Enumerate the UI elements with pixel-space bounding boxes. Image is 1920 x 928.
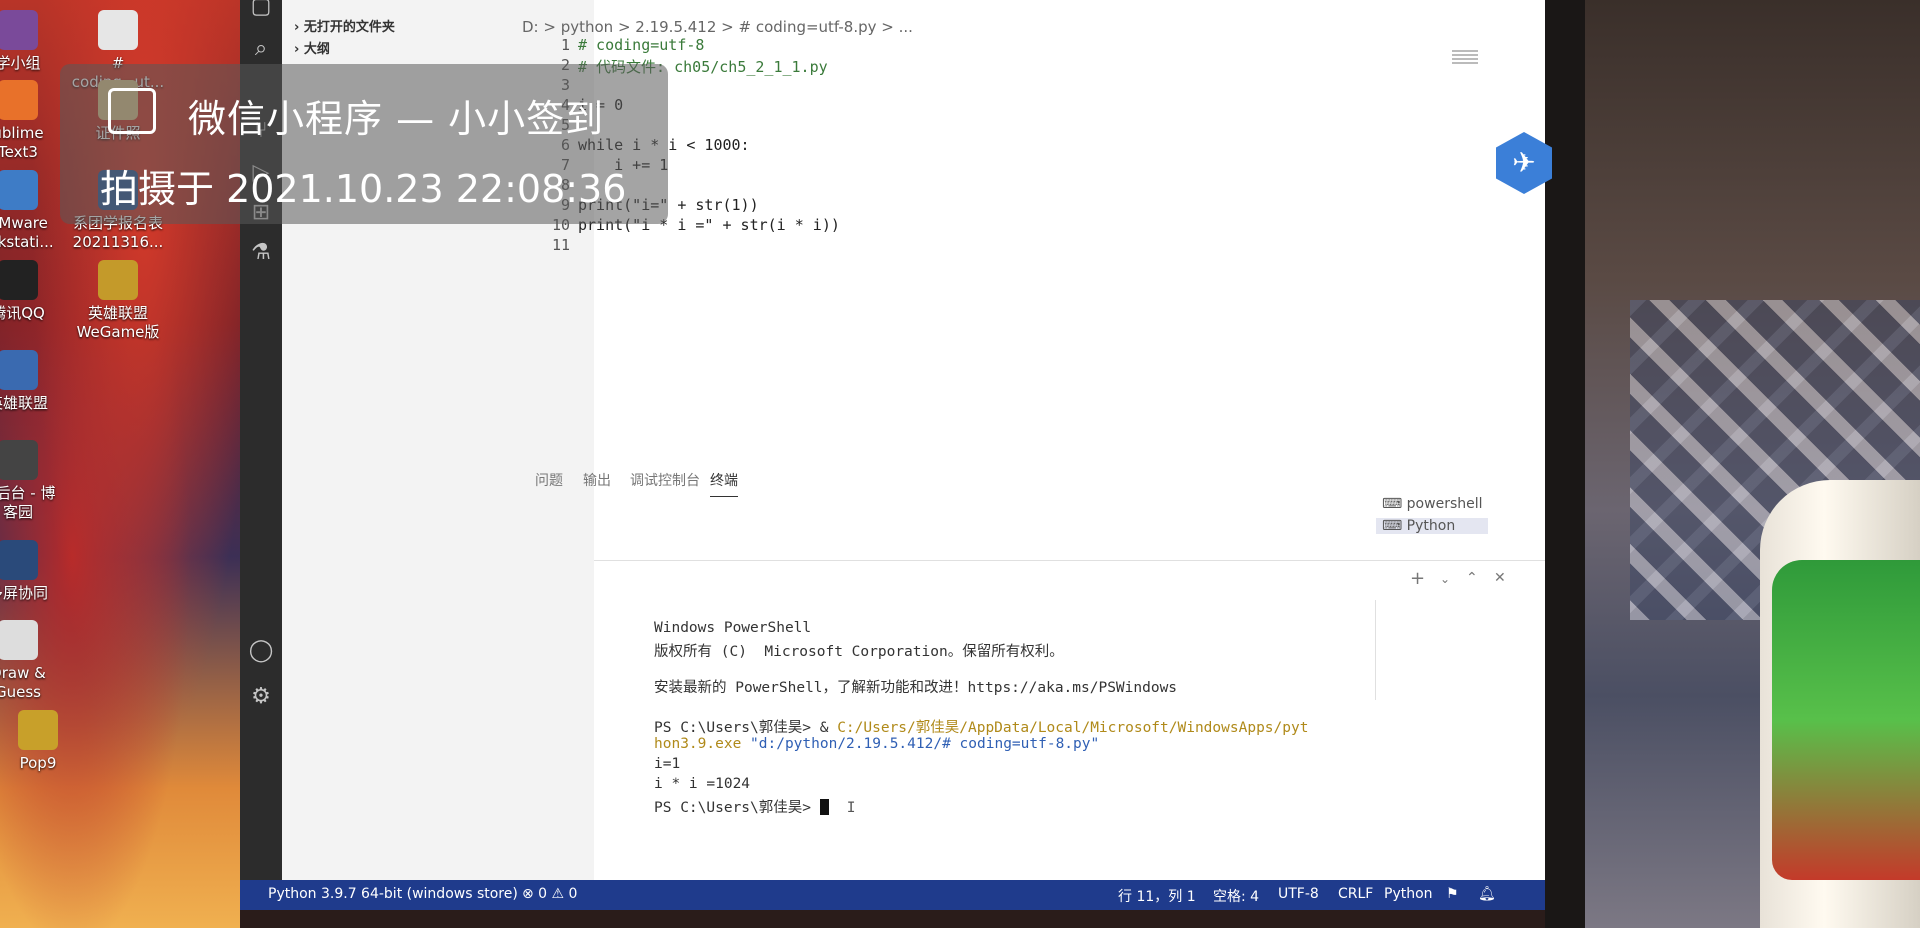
terminal-icon: ⌨ [1382,518,1407,534]
app-icon [0,170,38,210]
terminal-name: powershell [1406,496,1483,512]
open-folders-section[interactable]: › 无打开的文件夹 [294,16,395,35]
terminal-line: Windows PowerShell [654,620,812,636]
terminal-command-line: PS C:\Users\郭佳昊> & C:/Users/郭佳昊/AppData/… [654,716,1308,737]
chevron-right-icon: › [294,42,300,57]
desktop-icon[interactable]: 英雄联盟 WeGame版 [70,260,166,342]
desktop-icon[interactable]: Pop9 [0,710,86,773]
desktop-icon-label: 腾讯QQ [0,304,45,322]
script-arg: "d:/python/2.19.5.412/# coding=utf-8.py" [750,736,1100,752]
app-icon [98,10,138,50]
desktop-icon[interactable]: 腾讯QQ [0,260,66,323]
status-bar: Python 3.9.7 64-bit (windows store) ⊗ 0 … [240,880,1545,910]
app-icon [0,10,38,50]
terminal-line: 安装最新的 PowerShell，了解新功能和改进！https://aka.ms… [654,680,1178,696]
app-icon [0,350,38,390]
app-icon [0,540,38,580]
indent-spaces[interactable]: 空格: 4 [1213,886,1259,906]
feedback-icon[interactable]: ⚑ [1446,886,1459,902]
app-icon [0,260,38,300]
desktop-icon-label: 英雄联盟 [0,394,48,412]
desktop-icon[interactable]: 客后台 - 博 客园 [0,440,66,522]
bottle-label [1772,560,1920,880]
desktop-icon-label: ublime Text3 [0,124,44,161]
outline-label: 大纲 [303,42,330,57]
account-icon[interactable]: ◯ [248,638,274,664]
line-number: 1 [560,36,570,54]
desktop-icon-label: Draw & Guess [0,664,46,701]
outline-section[interactable]: › 大纲 [294,38,330,57]
line-ending[interactable]: CRLF [1338,886,1373,902]
python-path-cont: hon3.9.exe [654,736,751,752]
prompt: PS C:\Users\郭佳昊> & [654,720,838,736]
terminal-prompt: PS C:\Users\郭佳昊> I [654,796,855,817]
line-number: 11 [551,236,570,254]
testing-icon[interactable]: ⚗ [248,240,274,266]
panel-tab[interactable]: 终端 [710,470,738,497]
cursor-position[interactable]: 行 11，列 1 [1118,886,1196,906]
panel-tab[interactable]: 调试控制台 [630,470,700,490]
python-interpreter[interactable]: Python 3.9.7 64-bit (windows store) [268,886,518,902]
app-icon [0,440,38,480]
close-panel-icon[interactable]: ✕ [1494,570,1506,586]
desktop-icon[interactable]: ublime Text3 [0,80,66,162]
explorer-icon[interactable]: ▢ [248,0,274,20]
desktop-icon[interactable]: 英雄联盟 [0,350,66,413]
terminal-icon: ⌨ [1382,496,1407,512]
desktop-icon-label: Pop9 [19,754,57,772]
desktop-icon[interactable]: 学小组 [0,10,66,73]
desktop-icon[interactable]: VMware orkstati... [0,170,66,252]
chevron-down-icon[interactable]: ⌄ [1440,572,1450,586]
minimap[interactable] [1452,50,1478,64]
app-icon [0,620,38,660]
terminal-list-item[interactable]: ⌨ Python [1376,518,1488,534]
terminal-command-line-cont: hon3.9.exe "d:/python/2.19.5.412/# codin… [654,736,1099,752]
desktop-icon-label: 多屏协同 [0,584,48,602]
terminal-output-line: i=1 [654,756,681,772]
app-icon [0,80,38,120]
notification-bell-icon[interactable]: 🔔︎ [1478,886,1496,902]
terminal-line: 版权所有 (C) Microsoft Corporation。保留所有权利。 [654,644,1064,660]
app-icon [18,710,58,750]
search-icon[interactable]: ⌕ [248,36,274,62]
problems-count[interactable]: ⊗ 0 ⚠ 0 [522,886,577,902]
text-cursor-icon: I [846,800,856,816]
maximize-panel-icon[interactable]: ⌃ [1466,570,1478,586]
settings-gear-icon[interactable]: ⚙ [248,684,274,710]
monitor-bezel-right [1545,0,1585,928]
desktop-icon-label: 学小组 [0,54,41,72]
terminal-cursor [819,799,829,815]
file-encoding[interactable]: UTF-8 [1278,886,1319,902]
terminal-list-item[interactable]: ⌨ powershell [1382,496,1483,512]
terminal-output-line: i * i =1024 [654,776,751,792]
language-mode[interactable]: Python [1384,886,1433,902]
desktop-icon[interactable]: 多屏协同 [0,540,66,603]
desktop-icon[interactable]: Draw & Guess [0,620,66,702]
prompt: PS C:\Users\郭佳昊> [654,800,820,816]
chevron-right-icon: › [294,20,300,35]
open-folders-label: 无打开的文件夹 [303,20,395,35]
breadcrumb[interactable]: D: > python > 2.19.5.412 > # coding=utf-… [522,18,913,36]
checkbox-calendar-icon [108,88,156,134]
watermark-time: 拍摄于 2021.10.23 22:08:36 [100,167,627,211]
panel-tab[interactable]: 输出 [583,470,611,490]
code-line: # coding=utf-8 [578,36,705,54]
terminal-name: Python [1406,518,1456,534]
desktop-icon-label: VMware orkstati... [0,214,54,251]
new-terminal-icon[interactable]: + [1410,568,1425,589]
watermark-title: 微信小程序 — 小小签到 [188,97,605,141]
desktop-icon-label: 英雄联盟 WeGame版 [76,304,160,341]
desktop-icon-label: 客后台 - 博 客园 [0,484,56,521]
terminal-list: ⌨ powershell ⌨ Python [1375,496,1488,700]
app-icon [98,260,138,300]
python-path: C:/Users/郭佳昊/AppData/Local/Microsoft/Win… [837,720,1309,736]
panel-tab[interactable]: 问题 [535,470,563,490]
